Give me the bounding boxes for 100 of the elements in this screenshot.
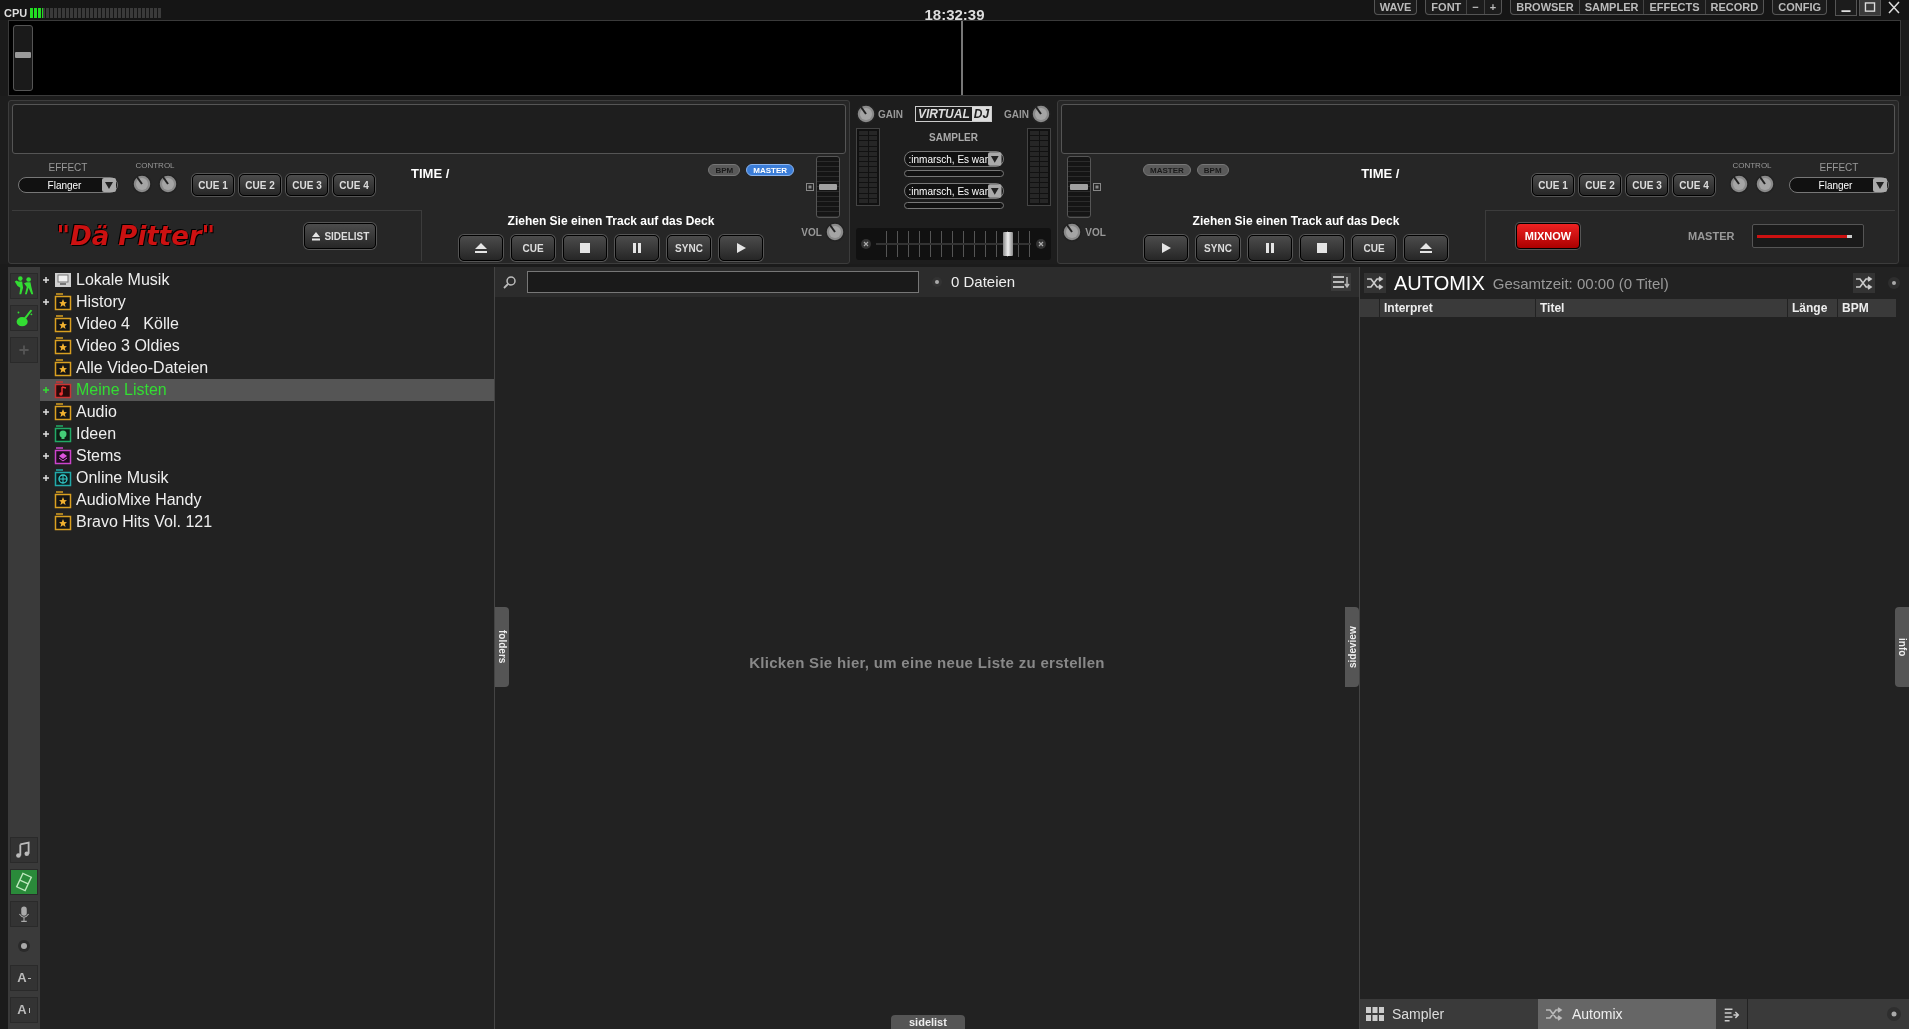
sampler-dropdown[interactable]: :inmarsch, Es war xyxy=(903,183,1004,199)
tree-item[interactable]: History xyxy=(40,291,494,313)
tree-item[interactable]: Stems xyxy=(40,445,494,467)
tree-item[interactable]: Alle Video-Dateien xyxy=(40,357,494,379)
transport-button[interactable]: CUE xyxy=(511,235,555,261)
master-slider[interactable] xyxy=(1752,224,1865,248)
control-knob[interactable] xyxy=(1729,174,1749,194)
expand-icon[interactable] xyxy=(42,452,50,460)
search-field[interactable] xyxy=(527,271,919,293)
gain-knob[interactable] xyxy=(1031,104,1051,124)
transport-button[interactable]: SYNC xyxy=(667,235,711,261)
expand-icon[interactable] xyxy=(42,474,50,482)
guitar-icon[interactable] xyxy=(10,305,38,331)
tree-item[interactable]: Video 3 Oldies xyxy=(40,335,494,357)
expand-icon[interactable] xyxy=(42,408,50,416)
volume-knob[interactable] xyxy=(1062,222,1083,242)
slider-fill[interactable] xyxy=(1757,235,1853,238)
film-icon[interactable] xyxy=(10,869,38,895)
zoom-slider[interactable] xyxy=(13,25,33,91)
toolbar-button[interactable]: EFFECTS xyxy=(1643,0,1705,14)
expand-icon[interactable] xyxy=(42,430,50,438)
tree-item[interactable]: Bravo Hits Vol. 121 xyxy=(40,511,494,533)
column-header[interactable]: Länge xyxy=(1788,299,1838,317)
expand-icon[interactable] xyxy=(42,298,50,306)
transport-button[interactable]: SYNC xyxy=(1196,235,1240,261)
tree-item[interactable]: Online Musik xyxy=(40,467,494,489)
crossfader-handle[interactable] xyxy=(1002,232,1013,256)
sampler-dropdown[interactable]: :inmarsch, Es war xyxy=(903,151,1004,167)
empty-list-message[interactable]: Klicken Sie hier, um eine neue Liste zu erstellen xyxy=(749,651,1105,675)
slider-thumb[interactable] xyxy=(1070,184,1088,190)
tree-item[interactable]: Lokale Musik xyxy=(40,269,494,291)
list-options-icon[interactable] xyxy=(1331,273,1351,291)
pause-button[interactable] xyxy=(615,235,659,261)
sampler-volume-bar[interactable] xyxy=(903,170,1004,177)
info-tab[interactable]: info xyxy=(1895,607,1909,687)
column-header[interactable]: Titel xyxy=(1536,299,1788,317)
tree-item[interactable]: AudioMixe Handy xyxy=(40,489,494,511)
automix-tab[interactable]: Automix xyxy=(1538,999,1716,1029)
expand-icon[interactable] xyxy=(42,276,50,284)
tree-item[interactable]: Meine Listen xyxy=(40,379,494,401)
close-icon[interactable] xyxy=(860,238,872,250)
cue-button[interactable]: CUE 1 xyxy=(192,174,234,196)
sidelist-button[interactable]: SIDELIST xyxy=(304,223,377,249)
shuffle-icon[interactable] xyxy=(1853,273,1875,293)
deck-badge[interactable]: MASTER xyxy=(746,164,794,176)
cue-button[interactable]: CUE 2 xyxy=(1579,174,1621,196)
volume-knob[interactable] xyxy=(824,222,845,242)
dancers-icon[interactable] xyxy=(10,273,38,299)
pause-button[interactable] xyxy=(1248,235,1292,261)
pitch-slider[interactable] xyxy=(816,156,840,218)
font-smaller-button[interactable]: A xyxy=(10,965,38,991)
toolbar-button[interactable]: SAMPLER xyxy=(1578,0,1644,14)
toolbar-button[interactable]: + xyxy=(1483,0,1502,14)
cue-button[interactable]: CUE 1 xyxy=(1532,174,1574,196)
control-knob[interactable] xyxy=(158,174,178,194)
search-icon[interactable] xyxy=(503,275,517,289)
transport-button[interactable]: CUE xyxy=(1352,235,1396,261)
mixnow-button[interactable]: MIXNOW xyxy=(1516,223,1580,249)
folders-tab[interactable]: folders xyxy=(495,607,509,687)
effect-dropdown[interactable]: Flanger xyxy=(18,177,118,193)
pitch-slider[interactable] xyxy=(1067,156,1091,218)
font-larger-button[interactable]: A xyxy=(10,997,38,1023)
cue-button[interactable]: CUE 4 xyxy=(1673,174,1715,196)
eject-button[interactable] xyxy=(459,235,503,261)
crossfader[interactable] xyxy=(876,231,1031,257)
toolbar-button[interactable]: WAVE xyxy=(1374,0,1417,14)
gain-knob[interactable] xyxy=(856,104,876,124)
tree-item[interactable]: Video 4 Kölle xyxy=(40,313,494,335)
tree-item[interactable]: Audio xyxy=(40,401,494,423)
automix-tab[interactable]: Sampler xyxy=(1360,999,1538,1029)
cue-button[interactable]: CUE 2 xyxy=(239,174,281,196)
maximize-icon[interactable] xyxy=(1859,0,1881,16)
lock-icon[interactable] xyxy=(1093,183,1101,191)
shuffle-icon[interactable] xyxy=(1364,273,1386,293)
effect-dropdown[interactable]: Flanger xyxy=(1789,177,1889,193)
eject-button[interactable] xyxy=(1404,235,1448,261)
cue-button[interactable]: CUE 3 xyxy=(1626,174,1668,196)
stop-button[interactable] xyxy=(563,235,607,261)
control-knob[interactable] xyxy=(1755,174,1775,194)
play-button[interactable] xyxy=(1144,235,1188,261)
play-button[interactable] xyxy=(719,235,763,261)
tree-item[interactable]: Ideen xyxy=(40,423,494,445)
dot-icon[interactable] xyxy=(1887,276,1901,290)
slider-thumb[interactable] xyxy=(819,184,837,190)
stop-button[interactable] xyxy=(1300,235,1344,261)
cue-button[interactable]: CUE 3 xyxy=(286,174,328,196)
control-knob[interactable] xyxy=(132,174,152,194)
cue-button[interactable]: CUE 4 xyxy=(333,174,375,196)
slider-thumb[interactable] xyxy=(15,52,31,59)
minimize-icon[interactable] xyxy=(1835,0,1857,16)
toolbar-button[interactable]: BROWSER xyxy=(1511,0,1579,14)
microphone-icon[interactable] xyxy=(10,901,38,927)
toolbar-button[interactable]: CONFIG xyxy=(1773,0,1826,14)
column-header[interactable]: Interpret xyxy=(1380,299,1536,317)
close-icon[interactable] xyxy=(1035,238,1047,250)
toolbar-button[interactable]: RECORD xyxy=(1704,0,1764,14)
music-note-icon[interactable] xyxy=(10,837,38,863)
sideview-tab[interactable]: sideview xyxy=(1345,607,1359,687)
dot-icon[interactable] xyxy=(931,276,943,288)
column-header[interactable]: BPM xyxy=(1838,299,1897,317)
